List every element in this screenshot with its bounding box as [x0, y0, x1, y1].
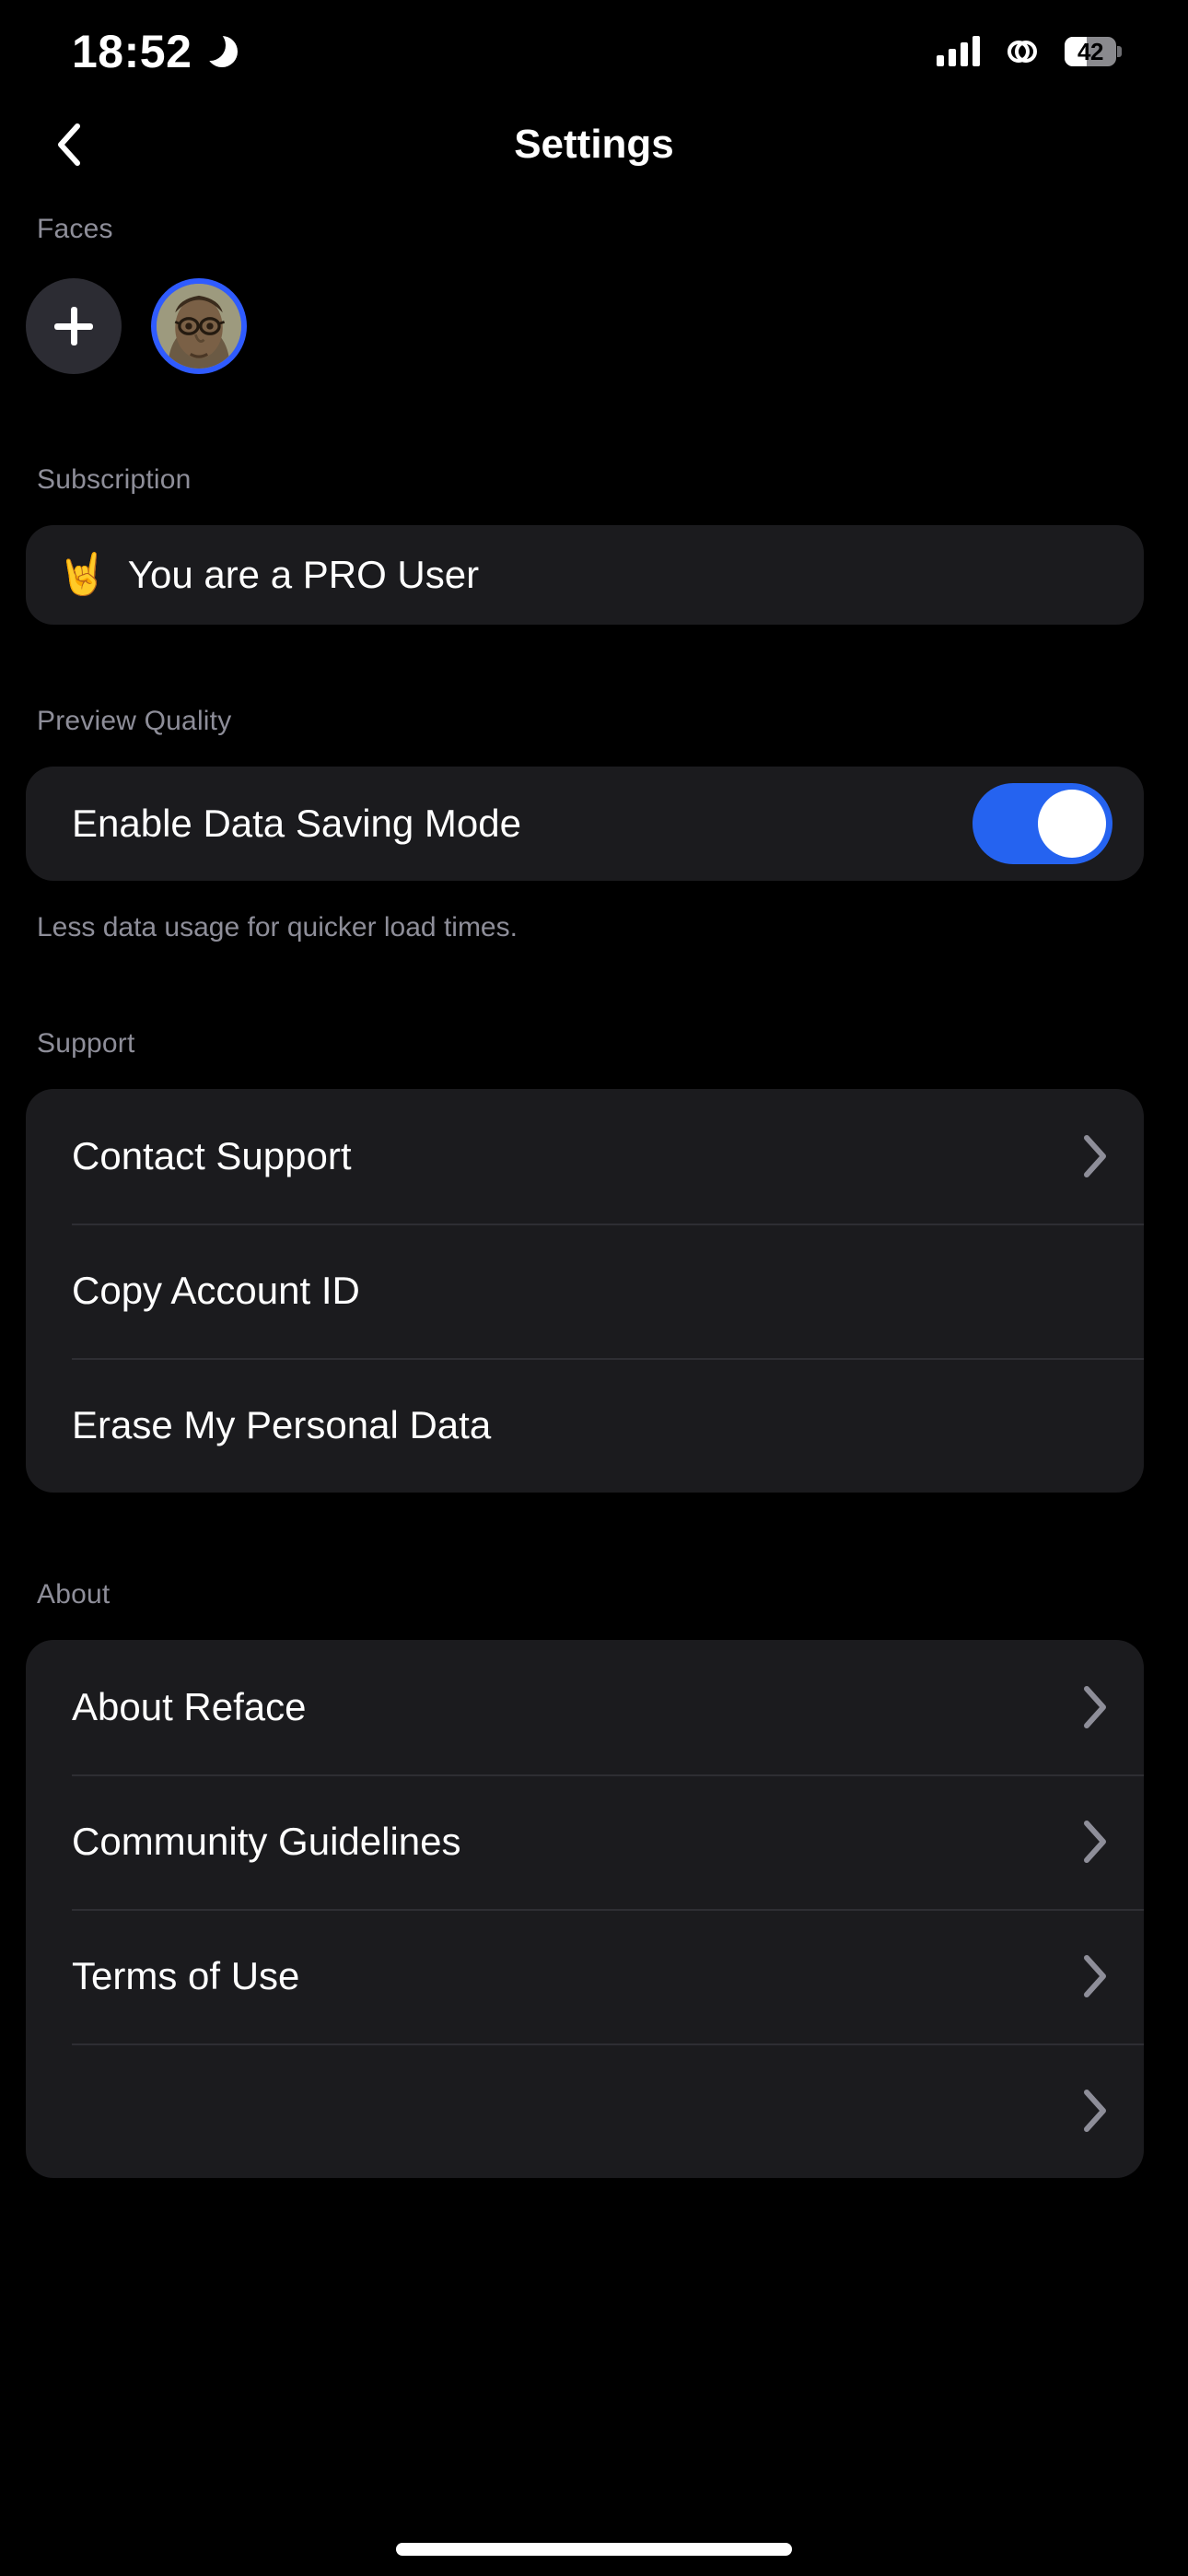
battery-icon: 42	[1065, 37, 1122, 66]
chevron-right-icon	[1084, 1686, 1106, 1728]
list-item[interactable]: About Reface	[26, 1640, 1144, 1774]
list-item-label: Erase My Personal Data	[72, 1403, 492, 1446]
chevron-right-icon	[1084, 2090, 1106, 2132]
battery-percent: 42	[1077, 37, 1103, 65]
list-item[interactable]: Contact Support	[26, 1089, 1144, 1224]
nav-bar: Settings	[0, 103, 1188, 186]
data-saving-note: Less data usage for quicker load times.	[37, 912, 518, 943]
list-item-label: Copy Account ID	[72, 1269, 360, 1312]
link-chain-icon	[1002, 37, 1042, 66]
page-title: Settings	[514, 122, 674, 167]
status-bar-right: 42	[937, 36, 1122, 66]
subscription-status-text: You are a PRO User	[127, 553, 480, 596]
add-face-button[interactable]	[26, 278, 122, 374]
status-bar-left: 18:52	[72, 25, 239, 78]
status-time: 18:52	[72, 26, 192, 77]
chevron-right-icon	[1084, 1955, 1106, 1997]
list-item-label: Community Guidelines	[72, 1820, 461, 1863]
avatar-photo	[157, 284, 241, 369]
list-item-label: Contact Support	[72, 1134, 352, 1177]
data-saving-label: Enable Data Saving Mode	[72, 802, 521, 845]
list-item[interactable]: Erase My Personal Data	[26, 1358, 1144, 1493]
home-indicator[interactable]	[396, 2543, 792, 2556]
back-button[interactable]	[37, 112, 101, 177]
support-section-label: Support	[37, 1028, 135, 1059]
data-saving-row[interactable]: Enable Data Saving Mode	[26, 767, 1144, 881]
list-item[interactable]: Community Guidelines	[26, 1774, 1144, 1909]
status-bar: 18:52 42	[0, 0, 1188, 103]
settings-screen: 18:52 42 Settings Faces Subscription 🤘 Y…	[0, 0, 1188, 2576]
crescent-moon-icon	[194, 29, 239, 67]
list-item[interactable]: Terms of Use	[26, 1909, 1144, 2043]
faces-section-label: Faces	[37, 214, 113, 244]
chevron-right-icon	[1084, 1821, 1106, 1863]
list-item-label: About Reface	[72, 1685, 307, 1728]
list-item-label: Terms of Use	[72, 1954, 300, 1997]
subscription-section-label: Subscription	[37, 464, 192, 495]
about-section-label: About	[37, 1579, 111, 1610]
chevron-right-icon	[1084, 1135, 1106, 1177]
face-avatar[interactable]	[151, 278, 247, 374]
preview-quality-section-label: Preview Quality	[37, 706, 232, 736]
list-item[interactable]	[26, 2043, 1144, 2178]
about-list: About Reface Community Guidelines Terms …	[26, 1640, 1144, 2178]
settings-content: Faces Subscription 🤘 You are a PRO User …	[0, 186, 1188, 2178]
cellular-signal-icon	[937, 36, 980, 66]
plus-icon	[54, 307, 93, 345]
subscription-card[interactable]: 🤘 You are a PRO User	[26, 525, 1144, 625]
faces-row	[0, 245, 1188, 374]
data-saving-toggle[interactable]	[973, 783, 1112, 864]
chevron-left-icon	[58, 123, 80, 166]
toggle-knob	[1038, 790, 1106, 858]
rock-on-hand-icon: 🤘	[57, 552, 108, 597]
support-list: Contact Support Copy Account ID Erase My…	[26, 1089, 1144, 1493]
list-item[interactable]: Copy Account ID	[26, 1224, 1144, 1358]
